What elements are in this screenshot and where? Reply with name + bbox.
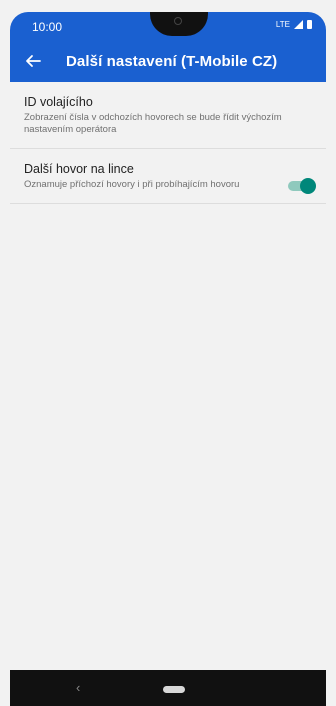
- network-type-label: LTE: [275, 20, 290, 29]
- setting-caller-id[interactable]: ID volajícího Zobrazení čísla v odchozíc…: [10, 82, 326, 149]
- screen: 10:00 LTE Další nastavení (T-Mobile CZ) …: [10, 12, 326, 670]
- system-nav-bar: ‹: [10, 670, 326, 706]
- status-bar: 10:00 LTE: [10, 12, 326, 42]
- setting-title: ID volajícího: [24, 95, 93, 109]
- toggle-thumb: [300, 178, 316, 194]
- setting-summary: Oznamuje příchozí hovory i při probíhají…: [24, 179, 240, 190]
- app-bar: Další nastavení (T-Mobile CZ): [10, 42, 326, 82]
- setting-call-waiting[interactable]: Další hovor na lince Oznamuje příchozí h…: [10, 149, 326, 204]
- setting-title: Další hovor na lince: [24, 162, 134, 176]
- call-waiting-toggle[interactable]: [288, 178, 316, 194]
- setting-summary: Zobrazení čísla v odchozích hovorech se …: [24, 112, 282, 135]
- status-time: 10:00: [32, 20, 63, 34]
- settings-list: ID volajícího Zobrazení čísla v odchozíc…: [10, 82, 326, 204]
- phone-frame: 10:00 LTE Další nastavení (T-Mobile CZ) …: [0, 0, 336, 706]
- arrow-back-icon[interactable]: [24, 52, 42, 70]
- nav-back-button[interactable]: ‹: [76, 680, 80, 695]
- status-icons: LTE: [276, 20, 312, 29]
- page-title: Další nastavení (T-Mobile CZ): [66, 53, 278, 70]
- camera-notch: [150, 12, 208, 36]
- battery-icon: [307, 20, 312, 29]
- nav-home-pill[interactable]: [163, 686, 185, 693]
- camera-icon: [174, 17, 182, 25]
- signal-icon: [294, 20, 303, 29]
